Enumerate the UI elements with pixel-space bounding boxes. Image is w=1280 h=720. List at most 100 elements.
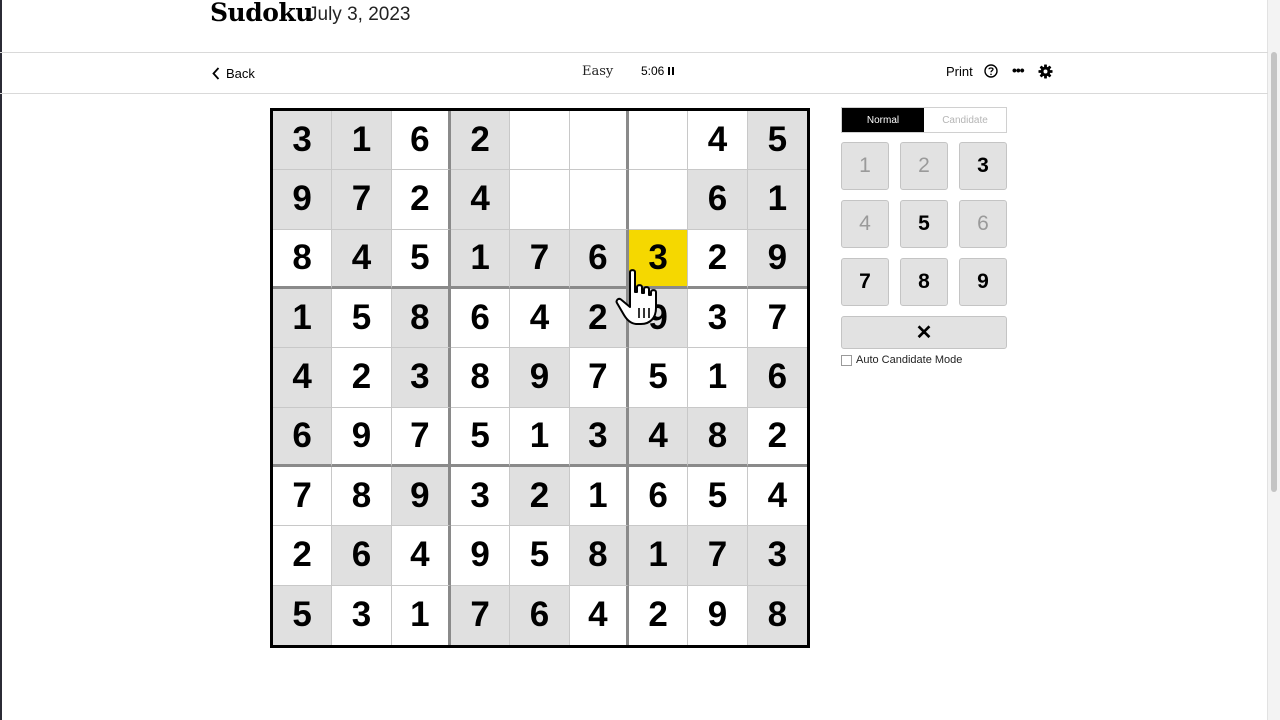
board-cell-r9c8[interactable]: 9 xyxy=(688,585,748,645)
board-cell-r2c1[interactable]: 9 xyxy=(273,170,333,230)
board-cell-r3c1[interactable]: 8 xyxy=(273,229,333,289)
board-cell-r7c2[interactable]: 8 xyxy=(332,466,392,527)
board-cell-r3c2[interactable]: 4 xyxy=(332,229,392,289)
board-cell-r6c5[interactable]: 1 xyxy=(510,407,570,467)
scroll-thumb[interactable] xyxy=(1271,52,1277,492)
more-icon[interactable]: ••• xyxy=(1012,62,1025,78)
board-cell-r2c9[interactable]: 1 xyxy=(747,170,807,230)
board-cell-r7c9[interactable]: 4 xyxy=(747,466,807,527)
number-key-1[interactable]: 1 xyxy=(841,142,889,190)
gear-icon[interactable] xyxy=(1038,64,1053,79)
board-cell-r7c4[interactable]: 3 xyxy=(450,466,511,527)
board-cell-r3c3[interactable]: 5 xyxy=(391,229,451,289)
board-cell-r5c5[interactable]: 9 xyxy=(510,348,570,408)
number-key-5[interactable]: 5 xyxy=(900,200,948,248)
help-icon[interactable] xyxy=(984,64,998,78)
board-cell-r2c2[interactable]: 7 xyxy=(332,170,392,230)
board-cell-r7c1[interactable]: 7 xyxy=(273,466,333,527)
board-cell-r5c1[interactable]: 4 xyxy=(273,348,333,408)
board-cell-r8c2[interactable]: 6 xyxy=(332,526,392,586)
board-cell-r8c9[interactable]: 3 xyxy=(747,526,807,586)
board-cell-r2c7[interactable] xyxy=(628,170,689,230)
board-cell-r3c6[interactable]: 6 xyxy=(569,229,629,289)
board-cell-r3c5[interactable]: 7 xyxy=(510,229,570,289)
board-cell-r8c1[interactable]: 2 xyxy=(273,526,333,586)
board-cell-r1c7[interactable] xyxy=(628,111,689,171)
board-cell-r1c4[interactable]: 2 xyxy=(450,111,511,171)
board-cell-r6c6[interactable]: 3 xyxy=(569,407,629,467)
board-cell-r6c2[interactable]: 9 xyxy=(332,407,392,467)
board-cell-r4c3[interactable]: 8 xyxy=(391,288,451,349)
page-scrollbar[interactable] xyxy=(1267,0,1280,720)
board-cell-r3c9[interactable]: 9 xyxy=(747,229,807,289)
board-cell-r8c8[interactable]: 7 xyxy=(688,526,748,586)
pause-icon[interactable] xyxy=(668,67,676,75)
board-cell-r4c6[interactable]: 2 xyxy=(569,288,629,349)
board-cell-r2c6[interactable] xyxy=(569,170,629,230)
board-cell-r7c6[interactable]: 1 xyxy=(569,466,629,527)
auto-candidate-toggle[interactable]: Auto Candidate Mode xyxy=(841,354,962,366)
board-cell-r3c7[interactable]: 3 xyxy=(628,229,689,289)
board-cell-r1c6[interactable] xyxy=(569,111,629,171)
candidate-mode-button[interactable]: Candidate xyxy=(924,108,1006,132)
board-cell-r9c6[interactable]: 4 xyxy=(569,585,629,645)
number-key-4[interactable]: 4 xyxy=(841,200,889,248)
board-cell-r4c9[interactable]: 7 xyxy=(747,288,807,349)
board-cell-r7c5[interactable]: 2 xyxy=(510,466,570,527)
number-key-8[interactable]: 8 xyxy=(900,258,948,306)
board-cell-r9c5[interactable]: 6 xyxy=(510,585,570,645)
number-key-7[interactable]: 7 xyxy=(841,258,889,306)
board-cell-r3c8[interactable]: 2 xyxy=(688,229,748,289)
board-cell-r8c5[interactable]: 5 xyxy=(510,526,570,586)
auto-candidate-checkbox[interactable] xyxy=(841,354,852,366)
board-cell-r9c4[interactable]: 7 xyxy=(450,585,511,645)
board-cell-r4c4[interactable]: 6 xyxy=(450,288,511,349)
number-key-3[interactable]: 3 xyxy=(959,142,1007,190)
board-cell-r1c2[interactable]: 1 xyxy=(332,111,392,171)
normal-mode-button[interactable]: Normal xyxy=(842,108,924,132)
board-cell-r6c9[interactable]: 2 xyxy=(747,407,807,467)
back-button[interactable]: Back xyxy=(212,63,255,83)
board-cell-r5c7[interactable]: 5 xyxy=(628,348,689,408)
board-cell-r1c9[interactable]: 5 xyxy=(747,111,807,171)
board-cell-r9c2[interactable]: 3 xyxy=(332,585,392,645)
board-cell-r1c3[interactable]: 6 xyxy=(391,111,451,171)
board-cell-r2c8[interactable]: 6 xyxy=(688,170,748,230)
board-cell-r8c7[interactable]: 1 xyxy=(628,526,689,586)
board-cell-r6c8[interactable]: 8 xyxy=(688,407,748,467)
board-cell-r6c4[interactable]: 5 xyxy=(450,407,511,467)
board-cell-r8c3[interactable]: 4 xyxy=(391,526,451,586)
board-cell-r9c9[interactable]: 8 xyxy=(747,585,807,645)
board-cell-r5c8[interactable]: 1 xyxy=(688,348,748,408)
board-cell-r4c1[interactable]: 1 xyxy=(273,288,333,349)
board-cell-r7c7[interactable]: 6 xyxy=(628,466,689,527)
board-cell-r7c8[interactable]: 5 xyxy=(688,466,748,527)
board-cell-r2c4[interactable]: 4 xyxy=(450,170,511,230)
board-cell-r5c2[interactable]: 2 xyxy=(332,348,392,408)
board-cell-r5c9[interactable]: 6 xyxy=(747,348,807,408)
print-button[interactable]: Print xyxy=(946,64,973,79)
board-cell-r5c6[interactable]: 7 xyxy=(569,348,629,408)
board-cell-r7c3[interactable]: 9 xyxy=(391,466,451,527)
board-cell-r9c1[interactable]: 5 xyxy=(273,585,333,645)
board-cell-r1c1[interactable]: 3 xyxy=(273,111,333,171)
number-key-6[interactable]: 6 xyxy=(959,200,1007,248)
board-cell-r6c3[interactable]: 7 xyxy=(391,407,451,467)
board-cell-r8c6[interactable]: 8 xyxy=(569,526,629,586)
number-key-9[interactable]: 9 xyxy=(959,258,1007,306)
board-cell-r3c4[interactable]: 1 xyxy=(450,229,511,289)
board-cell-r1c8[interactable]: 4 xyxy=(688,111,748,171)
board-cell-r1c5[interactable] xyxy=(510,111,570,171)
board-cell-r9c3[interactable]: 1 xyxy=(391,585,451,645)
board-cell-r5c3[interactable]: 3 xyxy=(391,348,451,408)
board-cell-r2c5[interactable] xyxy=(510,170,570,230)
board-cell-r4c7[interactable]: 9 xyxy=(628,288,689,349)
board-cell-r4c5[interactable]: 4 xyxy=(510,288,570,349)
board-cell-r6c1[interactable]: 6 xyxy=(273,407,333,467)
board-cell-r6c7[interactable]: 4 xyxy=(628,407,689,467)
number-key-2[interactable]: 2 xyxy=(900,142,948,190)
board-cell-r4c8[interactable]: 3 xyxy=(688,288,748,349)
board-cell-r2c3[interactable]: 2 xyxy=(391,170,451,230)
erase-button[interactable]: ✕ xyxy=(841,316,1007,349)
board-cell-r9c7[interactable]: 2 xyxy=(628,585,689,645)
